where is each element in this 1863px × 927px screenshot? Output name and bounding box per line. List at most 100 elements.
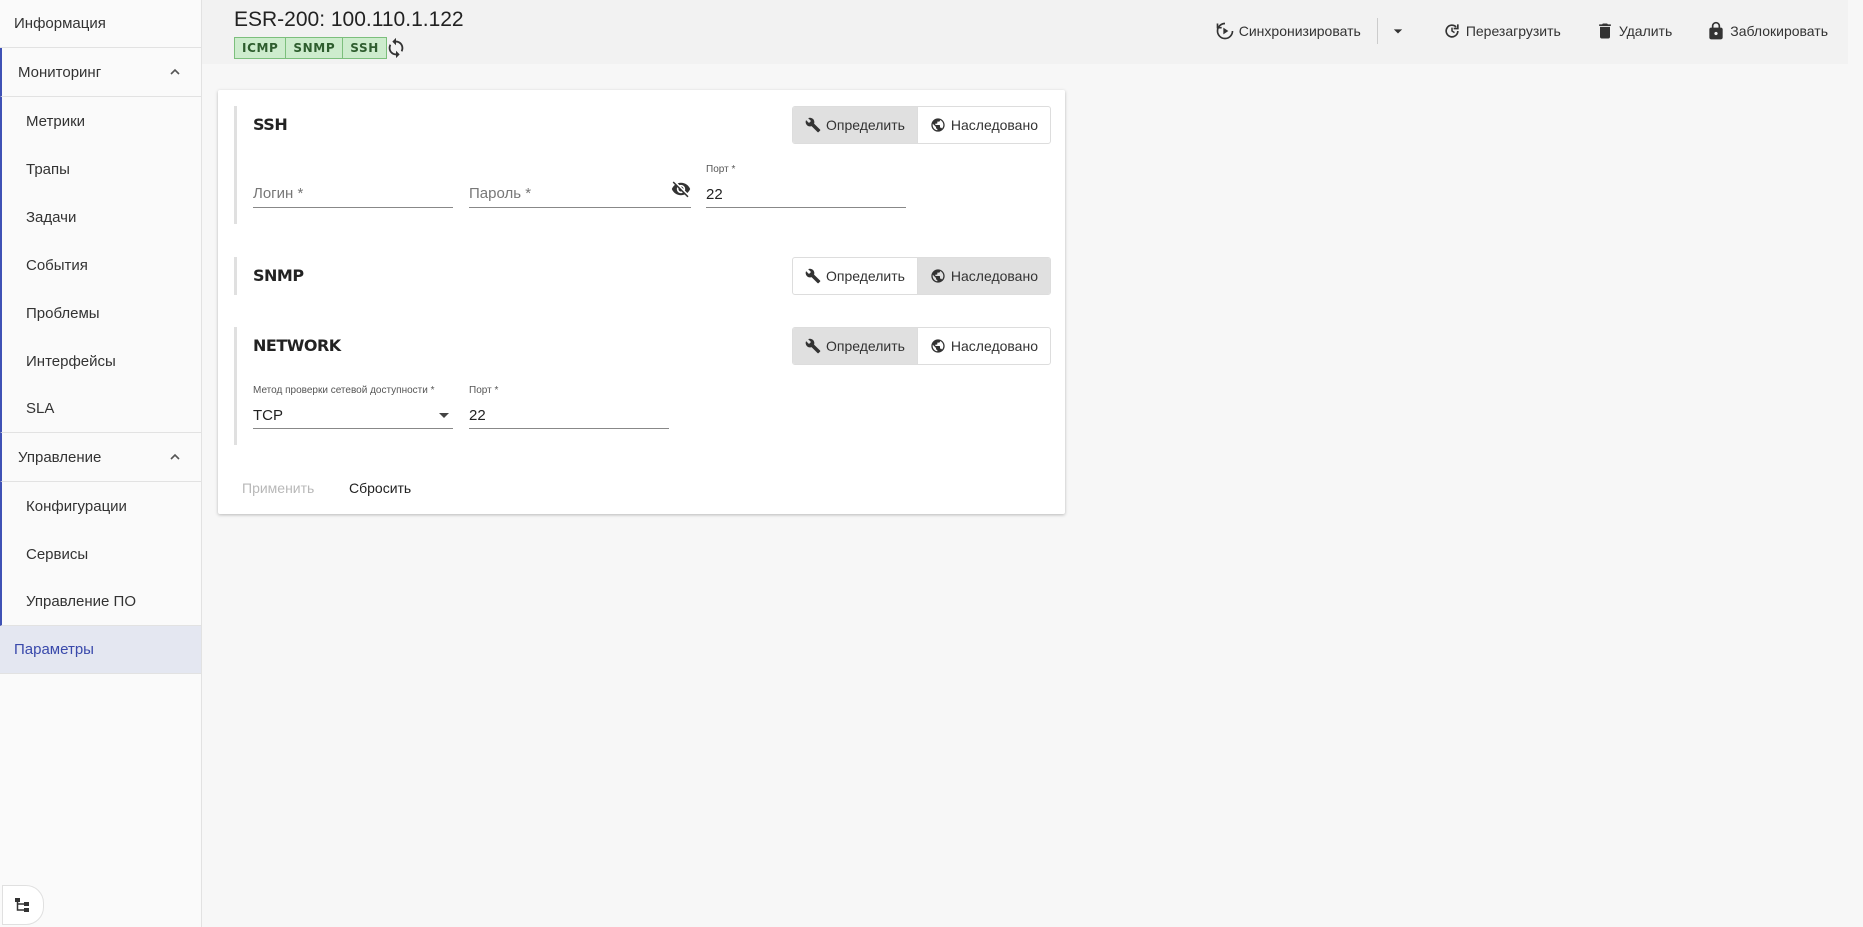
sidebar-item-label: Управление ПО	[26, 593, 137, 610]
ssh-title: SSH	[253, 115, 288, 134]
snmp-title: SNMP	[253, 266, 304, 285]
sidebar-group-label: Мониторинг	[18, 63, 102, 81]
sidebar-item-label: Сервисы	[26, 545, 89, 563]
sync-dropdown-button[interactable]	[1388, 21, 1408, 41]
wrench-icon	[805, 268, 821, 284]
lock-icon	[1709, 21, 1723, 40]
sidebar-item-label: Проблемы	[26, 304, 100, 322]
login-placeholder: Логин *	[253, 185, 304, 202]
port-value: 22	[469, 407, 486, 424]
page-header: ESR-200: 100.110.1.122 ICMP SNMP SSH Син…	[202, 0, 1848, 64]
sidebar-item-metrics[interactable]: Метрики	[0, 97, 201, 145]
network-inherited-button[interactable]: Наследовано	[916, 328, 1050, 364]
globe-icon	[931, 118, 945, 132]
ssh-mode-toggle: Определить Наследовано	[791, 106, 1051, 144]
chip-icmp: ICMP	[235, 38, 287, 58]
sidebar-item-interfaces[interactable]: Интерфейсы	[0, 337, 201, 385]
sitemap-icon	[15, 898, 29, 912]
globe-icon	[931, 269, 945, 283]
protocol-chips: ICMP SNMP SSH	[234, 37, 387, 59]
sync-play-icon	[1216, 22, 1234, 40]
apply-button[interactable]: Применить	[242, 480, 314, 496]
port-label: Порт *	[469, 385, 499, 396]
snmp-mode-toggle: Определить Наследовано	[791, 257, 1051, 295]
sidebar-item-configurations[interactable]: Конфигурации	[0, 482, 201, 530]
sync-button[interactable]: Синхронизировать	[1215, 21, 1361, 41]
sidebar-item-params[interactable]: Параметры	[0, 626, 201, 674]
ssh-define-button[interactable]: Определить	[792, 107, 917, 143]
method-value: TCP	[253, 407, 283, 424]
sidebar-item-info[interactable]: Информация	[0, 0, 201, 48]
delete-label: Удалить	[1618, 23, 1673, 39]
port-value: 22	[706, 186, 723, 203]
sidebar-item-label: Метрики	[26, 112, 86, 130]
globe-icon	[931, 339, 945, 353]
ssh-section: SSH Определить Наследовано Логин * Парол…	[234, 106, 1051, 224]
snmp-inherited-button[interactable]: Наследовано	[916, 258, 1050, 294]
ssh-login-field[interactable]: Логин *	[253, 164, 453, 208]
define-label: Определить	[825, 268, 905, 284]
page-title: ESR-200: 100.110.1.122	[234, 8, 464, 31]
inherited-label: Наследовано	[950, 117, 1038, 133]
sidebar: Информация Мониторинг Метрики Трапы Зада…	[0, 0, 202, 927]
sidebar-item-label: Информация	[14, 15, 106, 32]
network-define-button[interactable]: Определить	[792, 328, 917, 364]
ssh-port-field[interactable]: Порт * 22	[706, 164, 906, 208]
port-label: Порт *	[706, 164, 736, 175]
sidebar-item-label: SLA	[26, 400, 55, 417]
chevron-up-icon	[170, 68, 180, 75]
sidebar-item-label: Конфигурации	[26, 497, 127, 515]
network-section: NETWORK Определить Наследовано Метод про…	[234, 327, 1051, 445]
network-method-select[interactable]: Метод проверки сетевой доступности * TCP	[253, 385, 453, 429]
sidebar-item-events[interactable]: События	[0, 241, 201, 289]
sidebar-item-label: Параметры	[14, 641, 94, 658]
wrench-icon	[805, 338, 821, 354]
sidebar-group-label: Управление	[18, 448, 102, 466]
sidebar-item-software[interactable]: Управление ПО	[0, 578, 201, 626]
lock-button[interactable]: Заблокировать	[1706, 21, 1828, 41]
ssh-inherited-button[interactable]: Наследовано	[916, 107, 1050, 143]
reset-button[interactable]: Сбросить	[349, 480, 411, 496]
restart-icon	[1445, 24, 1459, 38]
ssh-password-field[interactable]: Пароль *	[469, 164, 691, 208]
chip-snmp: SNMP	[286, 38, 344, 58]
sidebar-item-label: Трапы	[26, 160, 70, 178]
lock-label: Заблокировать	[1730, 23, 1828, 39]
sidebar-item-label: События	[26, 256, 88, 274]
inherited-label: Наследовано	[950, 338, 1038, 354]
wrench-icon	[805, 117, 821, 133]
sidebar-item-problems[interactable]: Проблемы	[0, 289, 201, 337]
password-placeholder: Пароль *	[469, 185, 532, 202]
inherited-label: Наследовано	[950, 268, 1038, 284]
sidebar-group-monitoring[interactable]: Мониторинг	[0, 48, 201, 97]
header-actions: Синхронизировать Перезагрузить Удалить З…	[1215, 18, 1828, 44]
sidebar-group-management[interactable]: Управление	[0, 433, 201, 482]
reboot-label: Перезагрузить	[1465, 23, 1561, 39]
eye-off-icon[interactable]	[671, 179, 691, 199]
method-label: Метод проверки сетевой доступности *	[253, 385, 435, 396]
reboot-button[interactable]: Перезагрузить	[1442, 21, 1561, 41]
sidebar-item-label: Задачи	[26, 208, 77, 226]
refresh-icon[interactable]	[385, 37, 407, 59]
snmp-define-button[interactable]: Определить	[793, 258, 917, 294]
sidebar-item-label: Интерфейсы	[26, 352, 116, 370]
caret-down-icon	[439, 413, 449, 418]
network-port-field[interactable]: Порт * 22	[469, 385, 669, 429]
network-title: NETWORK	[253, 336, 341, 355]
snmp-section: SNMP Определить Наследовано	[234, 257, 1051, 295]
caret-down-icon	[1393, 29, 1402, 34]
define-label: Определить	[825, 117, 905, 133]
trash-icon	[1598, 23, 1611, 39]
sidebar-item-sla[interactable]: SLA	[0, 385, 201, 433]
sidebar-item-services[interactable]: Сервисы	[0, 530, 201, 578]
define-label: Определить	[825, 338, 905, 354]
delete-button[interactable]: Удалить	[1595, 21, 1672, 41]
params-card: SSH Определить Наследовано Логин * Парол…	[218, 90, 1065, 514]
sync-label: Синхронизировать	[1238, 23, 1361, 39]
divider	[1376, 18, 1378, 44]
sidebar-item-traps[interactable]: Трапы	[0, 145, 201, 193]
network-mode-toggle: Определить Наследовано	[791, 327, 1051, 365]
chip-ssh: SSH	[350, 41, 379, 55]
tree-view-button[interactable]	[2, 885, 44, 925]
sidebar-item-tasks[interactable]: Задачи	[0, 193, 201, 241]
